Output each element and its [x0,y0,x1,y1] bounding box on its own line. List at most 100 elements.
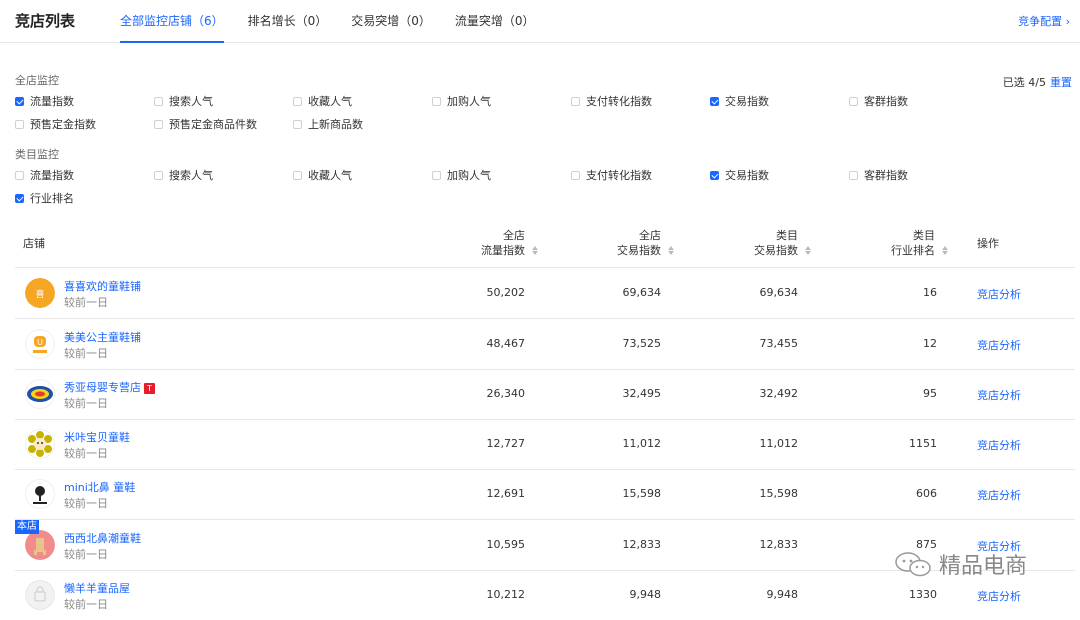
checkbox-label: 支付转化指数 [586,169,652,182]
category-checkbox-option[interactable]: 流量指数 [15,167,74,183]
tab-bar: 全部监控店铺（6） 排名增长（0） 交易突增（0） 流量突增（0） [120,0,559,43]
store-checkbox-option[interactable]: 支付转化指数 [571,93,652,109]
shop-avatar [25,580,55,610]
checkbox-label: 客群指数 [864,169,908,182]
store-checkbox-option[interactable]: 交易指数 [710,93,769,109]
checkbox-unchecked-icon[interactable] [154,170,163,180]
category-checkbox-option[interactable]: 行业排名 [15,190,74,206]
cell-category-rank: 1330 [909,588,937,601]
table-row: 秀亚母婴专营店 T 较前一日 26,340 32,495 32,492 95 竞店… [15,369,1075,420]
table-header: 店铺 全店 流量指数 全店 交易指数 类目 交易指数 类目 行业排名 操作 [15,222,1075,268]
category-monitor-label: 类目监控 [15,148,59,161]
shop-name-link[interactable]: 美美公主童鞋铺 [64,329,141,345]
checkbox-unchecked-icon[interactable] [293,119,302,129]
tab-trade-surge[interactable]: 交易突增（0） [351,0,431,41]
header-action: 操作 [977,237,999,250]
cell-store-traffic: 12,727 [486,437,526,450]
store-checkbox-option[interactable]: 上新商品数 [293,116,363,132]
shop-name-link[interactable]: mini北鼻 童鞋 [64,479,135,495]
cell-category-trade: 11,012 [759,437,799,450]
sort-icon[interactable] [668,246,674,255]
tab-traffic-surge[interactable]: 流量突增（0） [455,0,535,41]
checkbox-unchecked-icon[interactable] [15,170,24,180]
cell-store-trade: 32,495 [622,387,662,400]
checkbox-unchecked-icon[interactable] [154,119,163,129]
compare-label: 较前一日 [64,347,108,360]
checkbox-unchecked-icon[interactable] [571,170,580,180]
shop-avatar: 喜 [25,278,55,308]
sort-icon[interactable] [805,246,811,255]
checkbox-label: 收藏人气 [308,95,352,108]
checkbox-unchecked-icon[interactable] [15,119,24,129]
tab-rank-growth[interactable]: 排名增长（0） [248,0,328,41]
checkbox-unchecked-icon[interactable] [293,96,302,106]
store-checkbox-option[interactable]: 收藏人气 [293,93,352,109]
cell-store-traffic: 50,202 [486,286,526,299]
category-checkbox-option[interactable]: 收藏人气 [293,167,352,183]
checkbox-label: 交易指数 [725,95,769,108]
checkbox-unchecked-icon[interactable] [432,96,441,106]
shop-name-link[interactable]: 米咔宝贝童鞋 [64,429,130,445]
competitor-analysis-link[interactable]: 竞店分析 [977,286,1021,302]
cell-store-trade: 12,833 [622,538,662,551]
watermark: 精品电商 [893,548,1027,580]
category-checkbox-option[interactable]: 交易指数 [710,167,769,183]
compare-label: 较前一日 [64,548,108,561]
category-checkbox-option[interactable]: 搜索人气 [154,167,213,183]
shop-name-link[interactable]: 秀亚母婴专营店 T [64,379,155,395]
store-checkbox-option[interactable]: 预售定金商品件数 [154,116,257,132]
sort-icon[interactable] [942,246,948,255]
checkbox-unchecked-icon[interactable] [849,96,858,106]
competitor-analysis-link[interactable]: 竞店分析 [977,487,1021,503]
checkbox-unchecked-icon[interactable] [571,96,580,106]
shop-avatar [25,379,55,409]
checkbox-checked-icon[interactable] [710,96,719,106]
cell-category-trade: 12,833 [759,538,799,551]
tab-all-monitored[interactable]: 全部监控店铺（6） [120,0,224,43]
shop-name-link[interactable]: 西西北鼻潮童鞋 [64,530,141,546]
cell-store-traffic: 10,212 [486,588,526,601]
store-checkbox-option[interactable]: 流量指数 [15,93,74,109]
checkbox-label: 搜索人气 [169,95,213,108]
selected-count: 已选 4/5 [1002,76,1046,89]
cell-category-trade: 32,492 [759,387,799,400]
wechat-icon [895,552,931,577]
competitor-analysis-link[interactable]: 竞店分析 [977,387,1021,403]
store-checkbox-option[interactable]: 搜索人气 [154,93,213,109]
checkbox-label: 支付转化指数 [586,95,652,108]
competitor-analysis-link[interactable]: 竞店分析 [977,337,1021,353]
checkbox-label: 交易指数 [725,169,769,182]
checkbox-unchecked-icon[interactable] [849,170,858,180]
sort-icon[interactable] [532,246,538,255]
competitor-analysis-link[interactable]: 竞店分析 [977,437,1021,453]
checkbox-checked-icon[interactable] [15,96,24,106]
checkbox-unchecked-icon[interactable] [293,170,302,180]
store-monitor-label: 全店监控 [15,74,59,87]
store-checkbox-option[interactable]: 加购人气 [432,93,491,109]
store-checkbox-option[interactable]: 客群指数 [849,93,908,109]
checkbox-label: 加购人气 [447,95,491,108]
checkbox-checked-icon[interactable] [710,170,719,180]
competitor-analysis-link[interactable]: 竞店分析 [977,588,1021,604]
table-row: 米咔宝贝童鞋 较前一日 12,727 11,012 11,012 1151 竞店… [15,419,1075,470]
compete-config-link[interactable]: 竞争配置 › [1018,13,1070,29]
table-row: 喜 喜喜欢的童鞋铺 较前一日 50,202 69,634 69,634 16 竞… [15,268,1075,319]
category-checkbox-option[interactable]: 客群指数 [849,167,908,183]
checkbox-checked-icon[interactable] [15,193,24,203]
cell-store-traffic: 10,595 [486,538,526,551]
svg-text:喜: 喜 [35,288,44,300]
checkbox-label: 流量指数 [30,169,74,182]
checkbox-unchecked-icon[interactable] [154,96,163,106]
cell-category-trade: 69,634 [759,286,799,299]
cell-store-traffic: 48,467 [486,337,526,350]
compare-label: 较前一日 [64,397,108,410]
reset-button[interactable]: 重置 [1050,76,1072,89]
category-checkbox-option[interactable]: 支付转化指数 [571,167,652,183]
store-checkbox-option[interactable]: 预售定金指数 [15,116,96,132]
cell-category-rank: 16 [923,286,937,299]
shop-name-link[interactable]: 喜喜欢的童鞋铺 [64,278,141,294]
shop-name-link[interactable]: 懒羊羊童品屋 [64,580,130,596]
category-checkbox-option[interactable]: 加购人气 [432,167,491,183]
checkbox-label: 预售定金商品件数 [169,118,257,131]
checkbox-unchecked-icon[interactable] [432,170,441,180]
